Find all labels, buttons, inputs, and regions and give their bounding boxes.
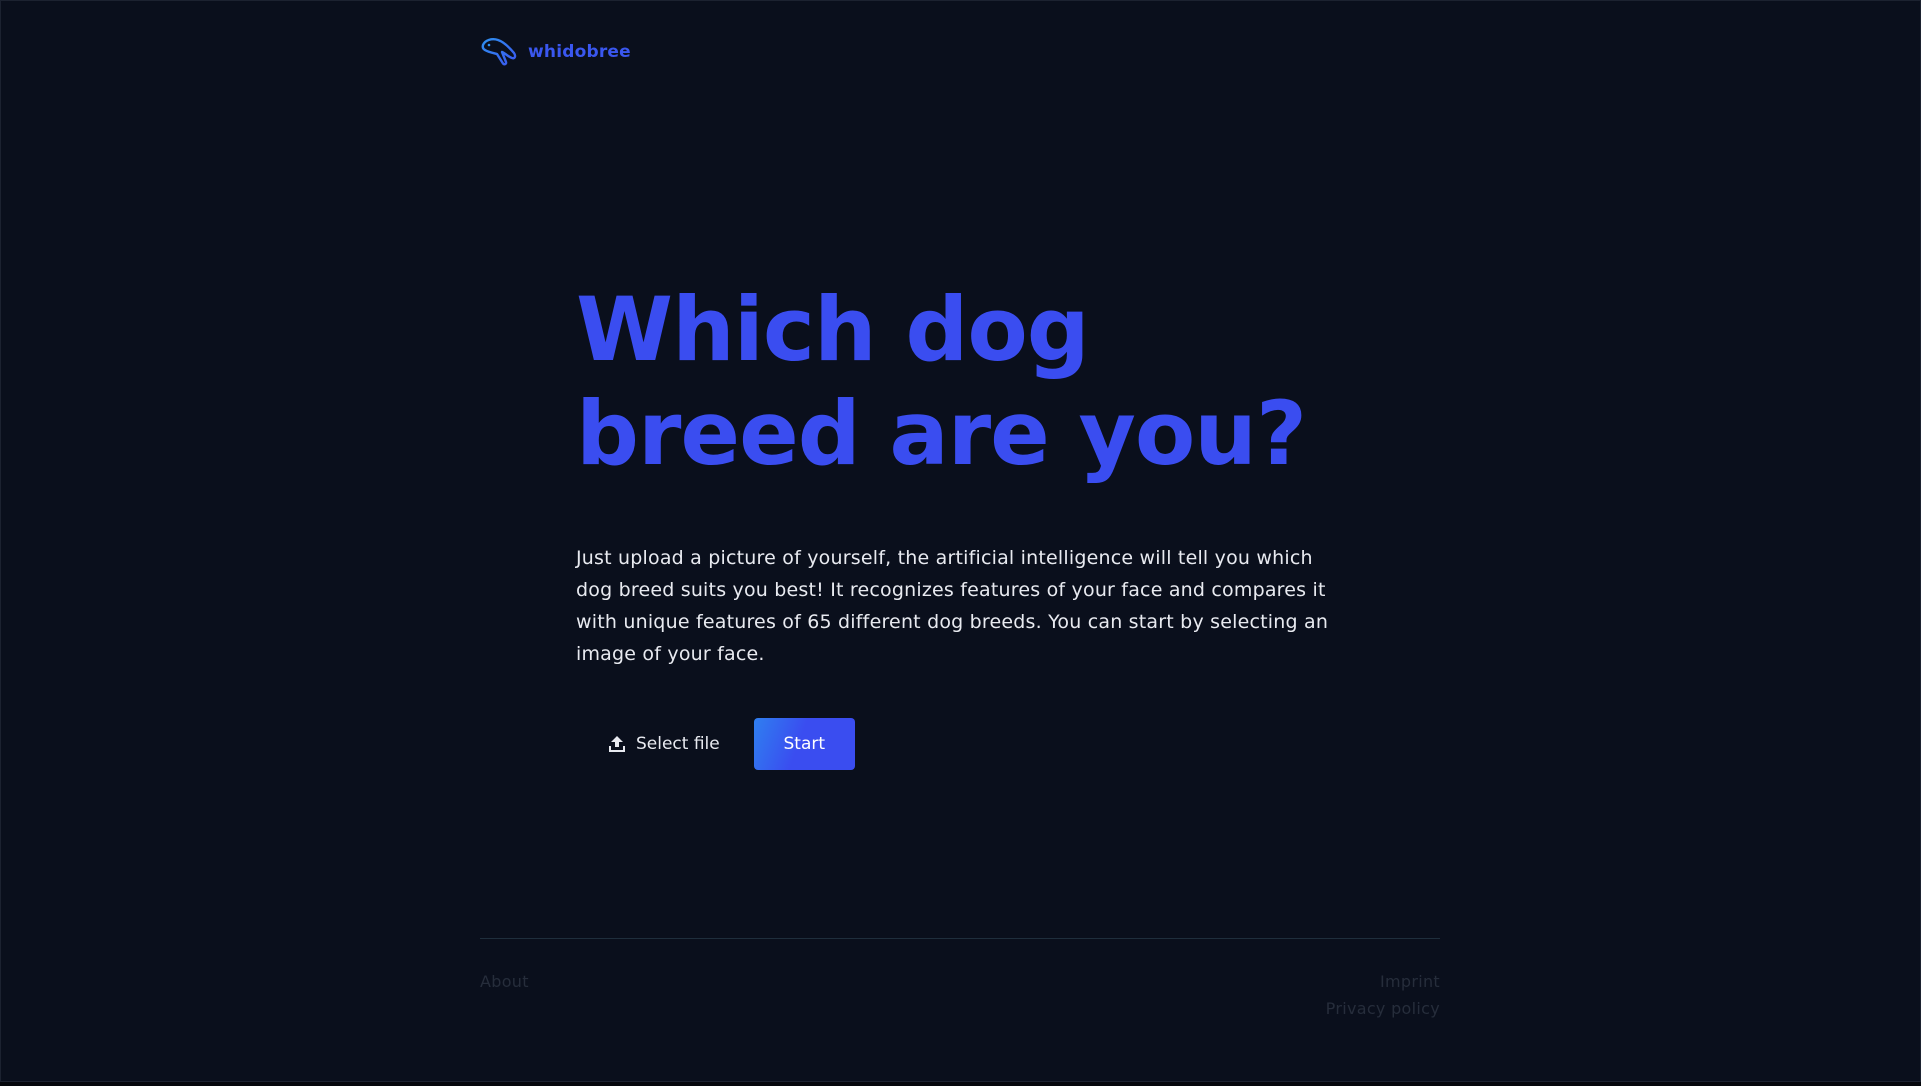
select-file-label: Select file: [636, 734, 720, 754]
title-line-2: breed are you?: [576, 382, 1307, 485]
window-bottom-edge: [0, 1082, 1921, 1086]
hero-section: Which dog breed are you? Just upload a p…: [576, 278, 1356, 670]
dog-head-outline-icon: [481, 38, 517, 66]
about-link[interactable]: About: [480, 968, 529, 995]
footer-left-links: About: [480, 968, 529, 995]
hero-description: Just upload a picture of yourself, the a…: [576, 547, 1329, 665]
imprint-link[interactable]: Imprint: [1326, 968, 1440, 995]
select-file-button[interactable]: Select file: [576, 718, 754, 770]
footer-divider: [480, 938, 1440, 939]
upload-icon: [609, 736, 625, 752]
start-button[interactable]: Start: [753, 718, 855, 770]
privacy-policy-link[interactable]: Privacy policy: [1326, 995, 1440, 1022]
title-line-1: Which dog: [576, 278, 1090, 381]
footer-right-links: Imprint Privacy policy: [1326, 968, 1440, 1022]
upload-actions: Select file Start: [576, 718, 855, 770]
brand-name: whidobree: [528, 42, 631, 62]
brand-logo[interactable]: whidobree: [480, 36, 631, 68]
page-title: Which dog breed are you?: [576, 278, 1356, 486]
